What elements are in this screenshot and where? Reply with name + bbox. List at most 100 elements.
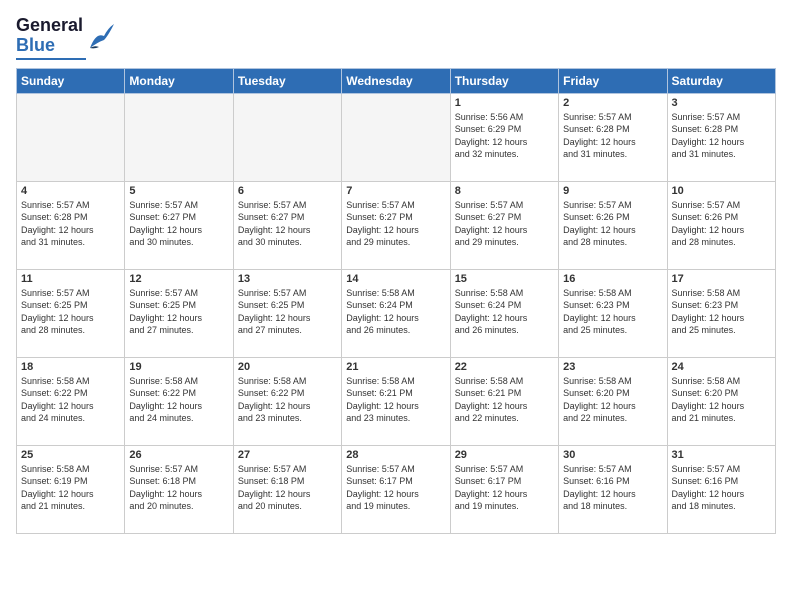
weekday-header-tuesday: Tuesday [233,68,341,93]
calendar-day: 22Sunrise: 5:58 AM Sunset: 6:21 PM Dayli… [450,357,558,445]
day-info: Sunrise: 5:57 AM Sunset: 6:27 PM Dayligh… [455,199,554,249]
weekday-header-saturday: Saturday [667,68,775,93]
day-number: 23 [563,361,662,373]
day-number: 20 [238,361,337,373]
calendar-day: 15Sunrise: 5:58 AM Sunset: 6:24 PM Dayli… [450,269,558,357]
day-number: 22 [455,361,554,373]
calendar-day [17,93,125,181]
day-info: Sunrise: 5:57 AM Sunset: 6:25 PM Dayligh… [238,287,337,337]
day-number: 1 [455,97,554,109]
weekday-header-friday: Friday [559,68,667,93]
weekday-header-sunday: Sunday [17,68,125,93]
calendar-day: 2 Sunrise: 5:57 AM Sunset: 6:28 PM Daylig… [559,93,667,181]
page-header: General Blue [16,16,776,60]
calendar-week-2: 4 Sunrise: 5:57 AM Sunset: 6:28 PM Daylig… [17,181,776,269]
day-info: Sunrise: 5:57 AM Sunset: 6:27 PM Dayligh… [238,199,337,249]
calendar-day: 5Sunrise: 5:57 AM Sunset: 6:27 PM Daylig… [125,181,233,269]
day-info: Sunrise: 5:58 AM Sunset: 6:21 PM Dayligh… [346,375,445,425]
calendar-day: 12Sunrise: 5:57 AM Sunset: 6:25 PM Dayli… [125,269,233,357]
calendar-day: 19Sunrise: 5:58 AM Sunset: 6:22 PM Dayli… [125,357,233,445]
calendar-day: 9Sunrise: 5:57 AM Sunset: 6:26 PM Daylig… [559,181,667,269]
day-info: Sunrise: 5:58 AM Sunset: 6:20 PM Dayligh… [672,375,771,425]
day-info: Sunrise: 5:58 AM Sunset: 6:23 PM Dayligh… [672,287,771,337]
day-number: 11 [21,273,120,285]
logo-text-block: General Blue [16,16,83,56]
day-info: Sunrise: 5:58 AM Sunset: 6:19 PM Dayligh… [21,463,120,513]
calendar-week-3: 11 Sunrise: 5:57 AM Sunset: 6:25 PM Dayli… [17,269,776,357]
day-number: 14 [346,273,445,285]
calendar-day: 24 Sunrise: 5:58 AM Sunset: 6:20 PM Dayli… [667,357,775,445]
calendar-day: 27Sunrise: 5:57 AM Sunset: 6:18 PM Dayli… [233,445,341,533]
weekday-header-thursday: Thursday [450,68,558,93]
day-number: 21 [346,361,445,373]
day-number: 17 [672,273,771,285]
logo-general-text: General [16,16,83,36]
calendar-day: 11 Sunrise: 5:57 AM Sunset: 6:25 PM Dayli… [17,269,125,357]
day-info: Sunrise: 5:58 AM Sunset: 6:22 PM Dayligh… [21,375,120,425]
weekday-header-wednesday: Wednesday [342,68,450,93]
day-number: 8 [455,185,554,197]
calendar-day [233,93,341,181]
logo-underline [16,58,86,60]
calendar-day: 25 Sunrise: 5:58 AM Sunset: 6:19 PM Dayli… [17,445,125,533]
day-number: 5 [129,185,228,197]
logo-blue-text: Blue [16,36,83,56]
calendar-day: 28 Sunrise: 5:57 AM Sunset: 6:17 PM Dayli… [342,445,450,533]
calendar-day: 21 Sunrise: 5:58 AM Sunset: 6:21 PM Dayli… [342,357,450,445]
day-info: Sunrise: 5:57 AM Sunset: 6:27 PM Dayligh… [346,199,445,249]
logo-container: General Blue [16,16,114,56]
calendar-day: 6 Sunrise: 5:57 AM Sunset: 6:27 PM Daylig… [233,181,341,269]
calendar-week-1: 1 Sunrise: 5:56 AM Sunset: 6:29 PM Daylig… [17,93,776,181]
day-info: Sunrise: 5:57 AM Sunset: 6:26 PM Dayligh… [563,199,662,249]
calendar-day: 13 Sunrise: 5:57 AM Sunset: 6:25 PM Dayli… [233,269,341,357]
calendar-day: 23Sunrise: 5:58 AM Sunset: 6:20 PM Dayli… [559,357,667,445]
calendar-day: 20 Sunrise: 5:58 AM Sunset: 6:22 PM Dayli… [233,357,341,445]
day-info: Sunrise: 5:57 AM Sunset: 6:17 PM Dayligh… [346,463,445,513]
calendar-week-4: 18 Sunrise: 5:58 AM Sunset: 6:22 PM Dayli… [17,357,776,445]
day-info: Sunrise: 5:57 AM Sunset: 6:17 PM Dayligh… [455,463,554,513]
logo: General Blue [16,16,114,60]
day-info: Sunrise: 5:57 AM Sunset: 6:28 PM Dayligh… [563,111,662,161]
day-number: 4 [21,185,120,197]
calendar-header-row: SundayMondayTuesdayWednesdayThursdayFrid… [17,68,776,93]
day-info: Sunrise: 5:58 AM Sunset: 6:22 PM Dayligh… [129,375,228,425]
calendar-day: 8 Sunrise: 5:57 AM Sunset: 6:27 PM Daylig… [450,181,558,269]
day-number: 29 [455,449,554,461]
day-info: Sunrise: 5:57 AM Sunset: 6:18 PM Dayligh… [238,463,337,513]
calendar-day: 17 Sunrise: 5:58 AM Sunset: 6:23 PM Dayli… [667,269,775,357]
day-info: Sunrise: 5:57 AM Sunset: 6:16 PM Dayligh… [563,463,662,513]
day-number: 10 [672,185,771,197]
day-number: 18 [21,361,120,373]
day-number: 25 [21,449,120,461]
logo-bird-svg [86,24,114,52]
day-info: Sunrise: 5:58 AM Sunset: 6:24 PM Dayligh… [346,287,445,337]
calendar-day: 4 Sunrise: 5:57 AM Sunset: 6:28 PM Daylig… [17,181,125,269]
day-info: Sunrise: 5:57 AM Sunset: 6:28 PM Dayligh… [672,111,771,161]
day-info: Sunrise: 5:57 AM Sunset: 6:25 PM Dayligh… [21,287,120,337]
day-info: Sunrise: 5:58 AM Sunset: 6:22 PM Dayligh… [238,375,337,425]
calendar-day: 31 Sunrise: 5:57 AM Sunset: 6:16 PM Dayli… [667,445,775,533]
day-number: 24 [672,361,771,373]
calendar-table: SundayMondayTuesdayWednesdayThursdayFrid… [16,68,776,534]
day-info: Sunrise: 5:57 AM Sunset: 6:26 PM Dayligh… [672,199,771,249]
calendar-day: 1 Sunrise: 5:56 AM Sunset: 6:29 PM Daylig… [450,93,558,181]
day-number: 6 [238,185,337,197]
day-number: 13 [238,273,337,285]
calendar-day: 16Sunrise: 5:58 AM Sunset: 6:23 PM Dayli… [559,269,667,357]
calendar-day: 14 Sunrise: 5:58 AM Sunset: 6:24 PM Dayli… [342,269,450,357]
day-number: 7 [346,185,445,197]
day-info: Sunrise: 5:57 AM Sunset: 6:18 PM Dayligh… [129,463,228,513]
day-number: 31 [672,449,771,461]
day-number: 30 [563,449,662,461]
day-number: 28 [346,449,445,461]
weekday-header-monday: Monday [125,68,233,93]
calendar-day [125,93,233,181]
day-info: Sunrise: 5:58 AM Sunset: 6:23 PM Dayligh… [563,287,662,337]
calendar-day: 29 Sunrise: 5:57 AM Sunset: 6:17 PM Dayli… [450,445,558,533]
day-info: Sunrise: 5:57 AM Sunset: 6:16 PM Dayligh… [672,463,771,513]
day-info: Sunrise: 5:56 AM Sunset: 6:29 PM Dayligh… [455,111,554,161]
calendar-day: 30 Sunrise: 5:57 AM Sunset: 6:16 PM Dayli… [559,445,667,533]
day-info: Sunrise: 5:57 AM Sunset: 6:28 PM Dayligh… [21,199,120,249]
day-info: Sunrise: 5:57 AM Sunset: 6:25 PM Dayligh… [129,287,228,337]
day-number: 2 [563,97,662,109]
